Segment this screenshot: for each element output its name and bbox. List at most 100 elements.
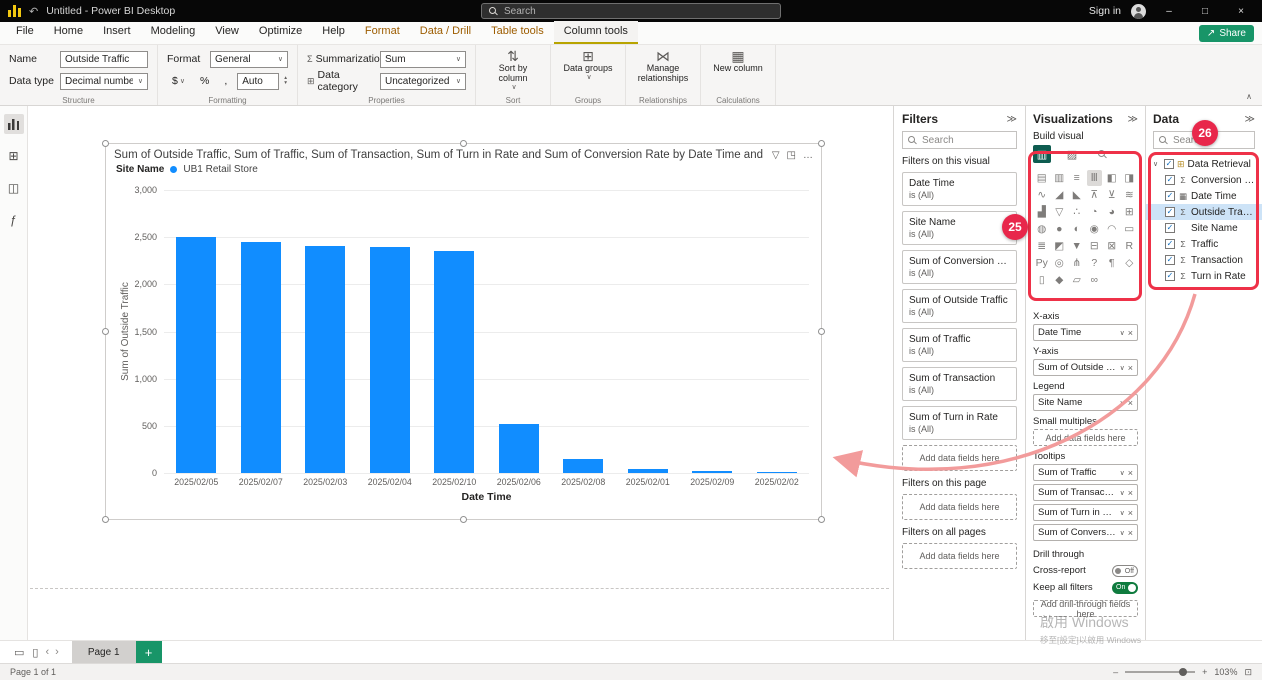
sort-by-column-button[interactable]: ⇅ Sort by column∨ <box>485 49 541 93</box>
maximize-button[interactable]: □ <box>1192 6 1218 17</box>
field-pill-site-name[interactable]: Site Name∨× <box>1033 394 1138 411</box>
visual-type-azure-map[interactable]: ◉ <box>1087 221 1103 237</box>
chart-bar-2025-02-06[interactable] <box>499 424 539 473</box>
data-field-turn-in-rate[interactable]: ✓ΣTurn in Rate <box>1153 268 1255 284</box>
field-checkbox[interactable]: ✓ <box>1165 207 1175 217</box>
sign-in-button[interactable]: Sign in <box>1089 5 1121 17</box>
data-field-traffic[interactable]: ✓ΣTraffic <box>1153 236 1255 252</box>
table-node-data-retrieval[interactable]: ∨ ✓ ⊞ Data Retrieval <box>1153 156 1255 172</box>
filter-card-sum-of-conversion-ra[interactable]: Sum of Conversion Ra...is (All) <box>902 250 1017 284</box>
ribbon-tab-data-drill[interactable]: Data / Drill <box>410 21 481 44</box>
visual-type-clustered-bar-chart[interactable]: ≡ <box>1069 170 1085 186</box>
visual-type-clustered-column-chart[interactable]: Ⅲ <box>1087 170 1103 186</box>
field-pill-sum-of-transaction[interactable]: Sum of Transaction∨× <box>1033 484 1138 501</box>
new-column-button[interactable]: ▦ New column <box>710 49 766 73</box>
chevron-down-icon[interactable]: ∨ <box>1120 529 1125 537</box>
dax-query-view-button[interactable]: ƒ <box>4 210 24 230</box>
remove-field-icon[interactable]: × <box>1128 398 1133 408</box>
visual-type-key-influencers[interactable]: ◎ <box>1052 255 1068 271</box>
chevron-down-icon[interactable]: ∨ <box>1120 364 1125 372</box>
collapse-pane-icon[interactable]: ≫ <box>1007 114 1017 125</box>
zoom-out-icon[interactable]: – <box>1113 667 1118 677</box>
ribbon-tab-home[interactable]: Home <box>44 21 93 44</box>
filter-card-sum-of-traffic[interactable]: Sum of Trafficis (All) <box>902 328 1017 362</box>
visual-type-stacked-column-chart[interactable]: ▥ <box>1052 170 1068 186</box>
field-pill-sum-of-outside-traffic[interactable]: Sum of Outside Traffic∨× <box>1033 359 1138 376</box>
collapse-pane-icon[interactable]: ≫ <box>1128 114 1138 125</box>
field-checkbox[interactable]: ✓ <box>1165 239 1175 249</box>
visual-type-filled-map[interactable]: ● <box>1052 221 1068 237</box>
remove-field-icon[interactable]: × <box>1128 468 1133 478</box>
thousands-separator-button[interactable]: , <box>219 74 232 88</box>
field-checkbox[interactable]: ✓ <box>1165 223 1175 233</box>
chevron-down-icon[interactable]: ∨ <box>1120 489 1125 497</box>
model-view-button[interactable]: ◫ <box>4 178 24 198</box>
table-checkbox[interactable]: ✓ <box>1164 159 1174 169</box>
chart-bar-2025-02-08[interactable] <box>563 459 603 473</box>
resize-handle[interactable] <box>460 516 467 523</box>
visual-type-scatter-chart[interactable]: ∴ <box>1069 204 1085 220</box>
remove-field-icon[interactable]: × <box>1128 488 1133 498</box>
ribbon-tab-column-tools[interactable]: Column tools <box>554 21 638 44</box>
ribbon-tab-view[interactable]: View <box>205 21 249 44</box>
chevron-down-icon[interactable]: ∨ <box>1120 509 1125 517</box>
format-dropdown[interactable]: General∨ <box>210 51 288 68</box>
visual-type-matrix[interactable]: ⊠ <box>1104 238 1120 254</box>
account-avatar[interactable] <box>1131 4 1146 19</box>
ribbon-tab-optimize[interactable]: Optimize <box>249 21 312 44</box>
visual-type-stacked-area-chart[interactable]: ◣ <box>1069 187 1085 203</box>
collapse-ribbon-icon[interactable]: ∧ <box>1246 92 1252 101</box>
filter-card-sum-of-turn-in-rate[interactable]: Sum of Turn in Rateis (All) <box>902 406 1017 440</box>
visual-type-waterfall-chart[interactable]: ▟ <box>1034 204 1050 220</box>
resize-handle[interactable] <box>102 328 109 335</box>
chart-bar-2025-02-01[interactable] <box>628 469 668 473</box>
tab-analytics[interactable] <box>1093 145 1111 163</box>
visual-type-smart-narrative[interactable]: ¶ <box>1104 255 1120 271</box>
collapse-pane-icon[interactable]: ≫ <box>1245 114 1255 125</box>
report-canvas[interactable]: Sum of Outside Traffic, Sum of Traffic, … <box>28 106 893 640</box>
visual-type-decomposition-tree[interactable]: ⋔ <box>1069 255 1085 271</box>
chart-bar-2025-02-05[interactable] <box>176 237 216 473</box>
ribbon-tab-file[interactable]: File <box>6 21 44 44</box>
tab-format-visual[interactable]: ▨ <box>1063 145 1081 163</box>
fit-to-page-icon[interactable]: ⊡ <box>1244 667 1252 678</box>
visual-type-gauge[interactable]: ◠ <box>1104 221 1120 237</box>
cross-report-toggle[interactable]: Off <box>1112 565 1138 577</box>
field-pill-date-time[interactable]: Date Time∨× <box>1033 324 1138 341</box>
visual-type-shape-map[interactable]: ◐ <box>1069 221 1085 237</box>
data-category-dropdown[interactable]: Uncategorized∨ <box>380 73 466 90</box>
visual-type-power-automate[interactable]: ∞ <box>1087 272 1103 288</box>
manage-relationships-button[interactable]: ⋈ Manage relationships <box>635 49 691 83</box>
filter-card-sum-of-transaction[interactable]: Sum of Transactionis (All) <box>902 367 1017 401</box>
visual-type-map[interactable]: ◍ <box>1034 221 1050 237</box>
chevron-down-icon[interactable]: ∨ <box>1153 160 1161 168</box>
more-visuals-button[interactable]: … <box>1034 289 1137 305</box>
chart-bar-2025-02-07[interactable] <box>241 242 281 473</box>
previous-page-icon[interactable]: ‹ <box>45 646 49 658</box>
minimize-button[interactable]: – <box>1156 6 1182 17</box>
visual-type-python-visual[interactable]: Py <box>1034 255 1050 271</box>
visual-type-line-and-stacked-column-chart[interactable]: ⊼ <box>1087 187 1103 203</box>
resize-handle[interactable] <box>818 516 825 523</box>
data-field-outside-traffic[interactable]: ✓ΣOutside Traffic <box>1146 204 1262 220</box>
resize-handle[interactable] <box>818 328 825 335</box>
visual-type-100-stacked-column-chart[interactable]: ◨ <box>1122 170 1138 186</box>
visual-type-line-chart[interactable]: ∿ <box>1034 187 1050 203</box>
chart-bar-2025-02-10[interactable] <box>434 251 474 473</box>
data-field-conversion-rate[interactable]: ✓ΣConversion Rate <box>1153 172 1255 188</box>
field-checkbox[interactable]: ✓ <box>1165 271 1175 281</box>
visual-type-ribbon-chart[interactable]: ≋ <box>1122 187 1138 203</box>
remove-field-icon[interactable]: × <box>1128 508 1133 518</box>
field-pill-sum-of-traffic[interactable]: Sum of Traffic∨× <box>1033 464 1138 481</box>
summarization-dropdown[interactable]: Sum∨ <box>380 51 466 68</box>
filters-search-input[interactable]: Search <box>902 131 1017 149</box>
filter-card-site-name[interactable]: Site Nameis (All) <box>902 211 1017 245</box>
keep-all-filters-toggle[interactable]: On <box>1112 582 1138 594</box>
field-pill-sum-of-conversion-ra[interactable]: Sum of Conversion Ra...∨× <box>1033 524 1138 541</box>
visual-type-power-apps[interactable]: ▱ <box>1069 272 1085 288</box>
visual-type-donut-chart[interactable]: ◕ <box>1104 204 1120 220</box>
ribbon-tab-insert[interactable]: Insert <box>93 21 141 44</box>
chart-bar-2025-02-02[interactable] <box>757 472 797 473</box>
chart-bar-2025-02-03[interactable] <box>305 246 345 473</box>
visual-type-multi-row-card[interactable]: ≣ <box>1034 238 1050 254</box>
